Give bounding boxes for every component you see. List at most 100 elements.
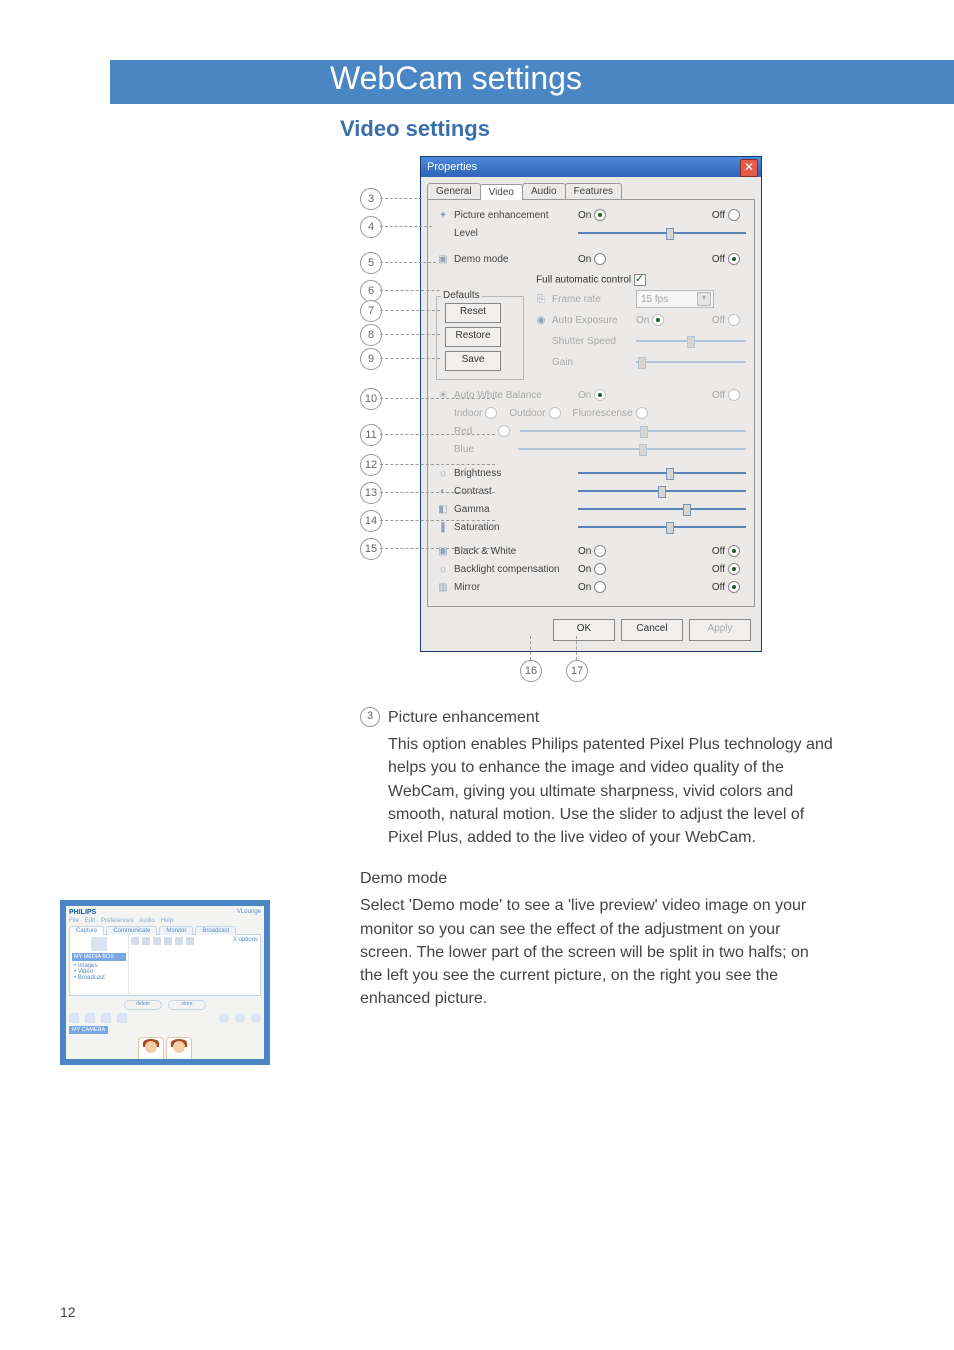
row-demo-mode: ▣ Demo mode On Off — [436, 250, 746, 268]
demo-thumbnail: PHILIPS VLounge FileEditPreferencesAudio… — [60, 900, 270, 1065]
subhead-demo: Demo mode — [360, 867, 834, 890]
wb-icon: ☀ — [436, 388, 450, 402]
thumb-brand: PHILIPS — [69, 909, 96, 916]
bl-on[interactable]: On — [578, 563, 606, 575]
saturation-icon: ❚ — [436, 520, 450, 534]
callout-11: 11 — [360, 424, 382, 446]
btn-ok[interactable]: OK — [553, 619, 615, 641]
pic-enh-on[interactable]: On — [578, 209, 606, 221]
row-full-auto: Full automatic control — [436, 274, 746, 286]
dialog-wrap: 3 4 5 6 7 8 9 10 11 12 13 14 15 Properti… — [360, 156, 800, 682]
backlight-icon: ☼ — [436, 562, 450, 576]
slider-level[interactable] — [578, 227, 746, 239]
callout-3: 3 — [360, 188, 382, 210]
callout-13: 13 — [360, 482, 382, 504]
mirror-off[interactable]: Off — [712, 581, 740, 593]
label-picture-enhancement: Picture enhancement — [454, 210, 574, 221]
thumb-tabs: Capture Communicate Monitor Broadcast — [69, 926, 261, 935]
slider-saturation[interactable] — [578, 521, 746, 533]
inline-callout-3: 3 — [360, 707, 380, 727]
demo-on[interactable]: On — [578, 253, 606, 265]
demo-off[interactable]: Off — [712, 253, 740, 265]
callout-16: 16 — [520, 660, 542, 682]
thumb-cambox: MY CAMERA — [69, 1026, 108, 1034]
dialog-buttons: OK Cancel Apply — [421, 613, 761, 651]
btn-reset[interactable]: Reset — [445, 303, 501, 323]
bw-on[interactable]: On — [578, 545, 606, 557]
aperture-icon: ◉ — [534, 313, 548, 327]
callout-4: 4 — [360, 216, 382, 238]
row-backlight: ☼ Backlight compensation On Off — [436, 560, 746, 578]
callout-14: 14 — [360, 510, 382, 532]
callout-17: 17 — [566, 660, 588, 682]
callout-12: 12 — [360, 454, 382, 476]
header-band: WebCam settings — [110, 60, 954, 104]
dialog-tabs: General Video Audio Features — [421, 177, 761, 199]
bw-icon: ▣ — [436, 544, 450, 558]
tab-features[interactable]: Features — [565, 183, 622, 199]
demo-icon: ▣ — [436, 252, 450, 266]
bw-off[interactable]: Off — [712, 545, 740, 557]
checkbox-full-auto[interactable] — [634, 274, 646, 286]
mirror-icon: ▥ — [436, 580, 450, 594]
row-mirror: ▥ Mirror On Off — [436, 578, 746, 596]
chevron-down-icon: ▾ — [697, 292, 711, 306]
callout-10: 10 — [360, 388, 382, 410]
callout-8: 8 — [360, 324, 382, 346]
bl-off[interactable]: Off — [712, 563, 740, 575]
thumb-face-right — [166, 1037, 192, 1063]
callouts-bottom: 16 17 — [520, 660, 800, 682]
dialog-title: Properties — [427, 161, 477, 173]
callout-6: 6 — [360, 280, 382, 302]
close-icon[interactable]: ✕ — [740, 159, 758, 177]
row-bw: ▣ Black & White On Off — [436, 542, 746, 560]
row-auto-exposure: ◉ Auto Exposure On Off — [534, 311, 746, 329]
section-title: Video settings — [340, 116, 894, 142]
btn-save[interactable]: Save — [445, 351, 501, 371]
mirror-on[interactable]: On — [578, 581, 606, 593]
slider-gamma[interactable] — [578, 503, 746, 515]
tab-video[interactable]: Video — [480, 184, 523, 200]
thumb-menu: FileEditPreferencesAudioHelp — [69, 918, 261, 924]
tab-audio[interactable]: Audio — [522, 183, 566, 199]
properties-dialog: Properties ✕ General Video Audio Feature… — [420, 156, 762, 652]
row-frame-rate: ⎘ Frame rate 15 fps▾ — [534, 290, 746, 308]
tab-pane-video: ✦ Picture enhancement On Off Level ▣ Dem… — [427, 199, 755, 607]
label-level: Level — [454, 228, 574, 239]
slider-brightness[interactable] — [578, 467, 746, 479]
slider-contrast[interactable] — [578, 485, 746, 497]
header-title: WebCam settings — [330, 60, 582, 97]
label-demo-mode: Demo mode — [454, 254, 574, 265]
callout-5: 5 — [360, 252, 382, 274]
gamma-icon: ◧ — [436, 502, 450, 516]
row-pic-enh-level: Level — [436, 224, 746, 242]
callout-15: 15 — [360, 538, 382, 560]
tab-general[interactable]: General — [427, 183, 481, 199]
thumb-face-left — [138, 1037, 164, 1063]
btn-apply[interactable]: Apply — [689, 619, 751, 641]
defaults-legend: Defaults — [441, 290, 482, 301]
page-number: 12 — [60, 1304, 76, 1320]
label-full-auto: Full automatic control — [536, 275, 631, 286]
thumb-xoptions: X options — [233, 937, 258, 943]
dd-frame-rate[interactable]: 15 fps▾ — [636, 290, 714, 308]
sparkle-icon: ✦ — [436, 208, 450, 222]
btn-restore[interactable]: Restore — [445, 327, 501, 347]
paragraph-3: This option enables Philips patented Pix… — [360, 733, 834, 849]
defaults-group: Defaults Reset Restore Save — [436, 296, 524, 380]
btn-cancel[interactable]: Cancel — [621, 619, 683, 641]
thumb-vlounge: VLounge — [237, 909, 261, 916]
contrast-icon: ◐ — [436, 484, 450, 498]
row-picture-enhancement: ✦ Picture enhancement On Off — [436, 206, 746, 224]
pic-enh-off[interactable]: Off — [712, 209, 740, 221]
callout-9: 9 — [360, 348, 382, 370]
dialog-titlebar: Properties ✕ — [421, 157, 761, 177]
film-icon: ⎘ — [534, 292, 548, 306]
brightness-icon: ☼ — [436, 466, 450, 480]
row-awb-presets: Indoor Outdoor Fluorescense — [436, 404, 746, 422]
row-awb: ☀ Auto White Balance On Off — [436, 386, 746, 404]
body-text: 3Picture enhancement This option enables… — [360, 706, 834, 1010]
subhead-3: 3Picture enhancement — [360, 706, 834, 729]
thumb-mediabox: MY MEDIA BOX — [72, 953, 126, 961]
paragraph-demo: Select 'Demo mode' to see a 'live previe… — [360, 894, 834, 1010]
